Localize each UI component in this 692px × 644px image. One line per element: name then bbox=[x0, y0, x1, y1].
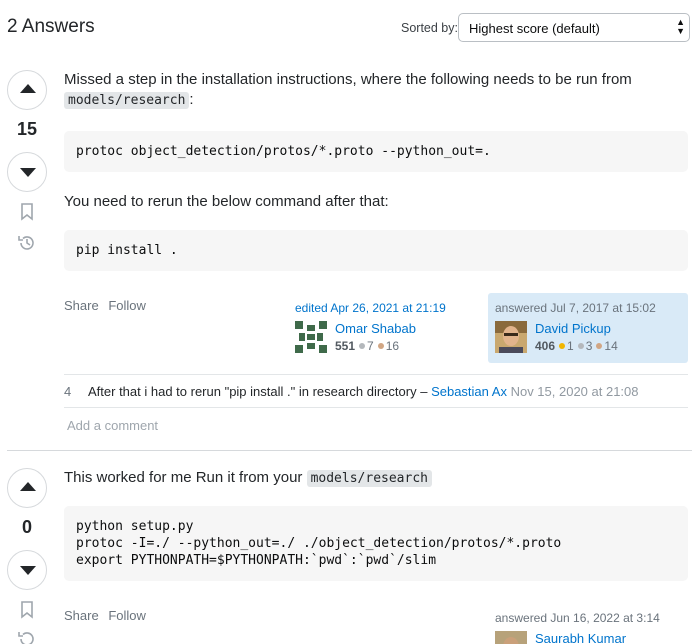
follow-link[interactable]: Follow bbox=[108, 608, 146, 623]
share-link[interactable]: Share bbox=[64, 298, 99, 313]
silver-badge-count: 7 bbox=[367, 339, 374, 353]
reputation-score: 551 bbox=[335, 339, 356, 353]
editor-reputation: 551 7 16 bbox=[335, 339, 399, 353]
answers-count: 2 Answers bbox=[7, 16, 95, 37]
history-icon[interactable] bbox=[17, 233, 37, 253]
comment-text: After that i had to rerun "pip install .… bbox=[88, 384, 432, 399]
comment-body: After that i had to rerun "pip install .… bbox=[88, 384, 639, 399]
upvote-button[interactable] bbox=[7, 468, 47, 508]
bronze-badge-icon bbox=[596, 343, 603, 350]
comment-user[interactable]: Sebastian Ax bbox=[431, 384, 507, 399]
sort-select-value: Highest score (default) bbox=[469, 21, 600, 36]
silver-badge-count: 3 bbox=[585, 339, 593, 353]
edited-timestamp[interactable]: edited Apr 26, 2021 at 21:19 bbox=[295, 301, 446, 315]
bookmark-icon[interactable] bbox=[20, 601, 34, 619]
answer-text-intro: This worked for me Run it from your mode… bbox=[64, 468, 432, 489]
comment-date[interactable]: Nov 15, 2020 at 21:08 bbox=[511, 384, 639, 399]
vote-score: 15 bbox=[16, 119, 38, 139]
intro-text-end: : bbox=[189, 91, 194, 108]
downvote-button[interactable] bbox=[7, 550, 47, 590]
sort-label: Sorted by: bbox=[401, 21, 458, 35]
history-icon[interactable] bbox=[17, 629, 37, 644]
post-menu: Share Follow bbox=[64, 298, 152, 313]
answers-header: 2 Answers Sorted by: Highest score (defa… bbox=[0, 0, 692, 58]
answered-timestamp[interactable]: answered Jul 7, 2017 at 15:02 bbox=[495, 301, 656, 315]
code-block: pip install . bbox=[64, 230, 688, 271]
gold-badge-count: 1 bbox=[567, 339, 574, 353]
share-link[interactable]: Share bbox=[64, 608, 99, 623]
vote-score: 0 bbox=[21, 517, 32, 537]
sort-select[interactable]: Highest score (default) ▲ ▼ bbox=[458, 13, 690, 42]
vote-down-icon bbox=[20, 168, 36, 177]
comments-list: 4 After that i had to rerun "pip install… bbox=[64, 374, 688, 408]
answer-text-intro: Missed a step in the installation instru… bbox=[64, 70, 684, 111]
downvote-button[interactable] bbox=[7, 152, 47, 192]
bronze-badge-count: 16 bbox=[385, 339, 400, 353]
inline-code: models/research bbox=[64, 92, 190, 109]
vote-up-icon bbox=[20, 84, 36, 93]
bronze-badge-icon bbox=[377, 343, 384, 350]
owner-reputation: 406 1 3 14 bbox=[535, 339, 618, 353]
code-block: python setup.py protoc -I=./ --python_ou… bbox=[64, 506, 688, 581]
silver-badge-icon bbox=[577, 343, 584, 350]
code-block: protoc object_detection/protos/*.proto -… bbox=[64, 131, 688, 172]
vote-down-icon bbox=[20, 566, 36, 575]
reputation-score: 406 bbox=[535, 339, 556, 353]
intro-text: This worked for me Run it from your bbox=[64, 469, 307, 486]
comment-score: 4 bbox=[64, 384, 72, 399]
editor-username[interactable]: Omar Shabab bbox=[335, 321, 416, 336]
owner-username[interactable]: Saurabh Kumar bbox=[535, 631, 626, 644]
avatar[interactable] bbox=[495, 321, 527, 353]
chevron-updown-icon: ▲ ▼ bbox=[676, 17, 685, 36]
editor-signature: edited Apr 26, 2021 at 21:19 Omar Shabab… bbox=[295, 301, 475, 361]
owner-signature: answered Jul 7, 2017 at 15:02 David Pick… bbox=[488, 293, 688, 363]
vote-up-icon bbox=[20, 482, 36, 491]
answer-text: You need to rerun the below command afte… bbox=[64, 193, 389, 210]
answer-divider bbox=[7, 450, 692, 451]
gold-badge-icon bbox=[559, 343, 566, 350]
bookmark-icon[interactable] bbox=[20, 203, 34, 221]
comment: 4 After that i had to rerun "pip install… bbox=[64, 375, 688, 408]
add-comment-link[interactable]: Add a comment bbox=[67, 418, 158, 433]
owner-username[interactable]: David Pickup bbox=[535, 321, 611, 336]
avatar[interactable] bbox=[295, 321, 327, 353]
inline-code: models/research bbox=[306, 470, 432, 487]
intro-text: Missed a step in the installation instru… bbox=[64, 71, 632, 88]
owner-signature: answered Jun 16, 2022 at 3:14 Saurabh Ku… bbox=[495, 611, 685, 644]
follow-link[interactable]: Follow bbox=[108, 298, 146, 313]
post-menu: Share Follow bbox=[64, 608, 152, 623]
bronze-badge-count: 14 bbox=[604, 339, 618, 353]
avatar[interactable] bbox=[495, 631, 527, 644]
owner-signature-inner: answered Jul 7, 2017 at 15:02 David Pick… bbox=[495, 301, 685, 361]
silver-badge-icon bbox=[359, 343, 366, 350]
upvote-button[interactable] bbox=[7, 70, 47, 110]
answered-timestamp[interactable]: answered Jun 16, 2022 at 3:14 bbox=[495, 611, 660, 625]
